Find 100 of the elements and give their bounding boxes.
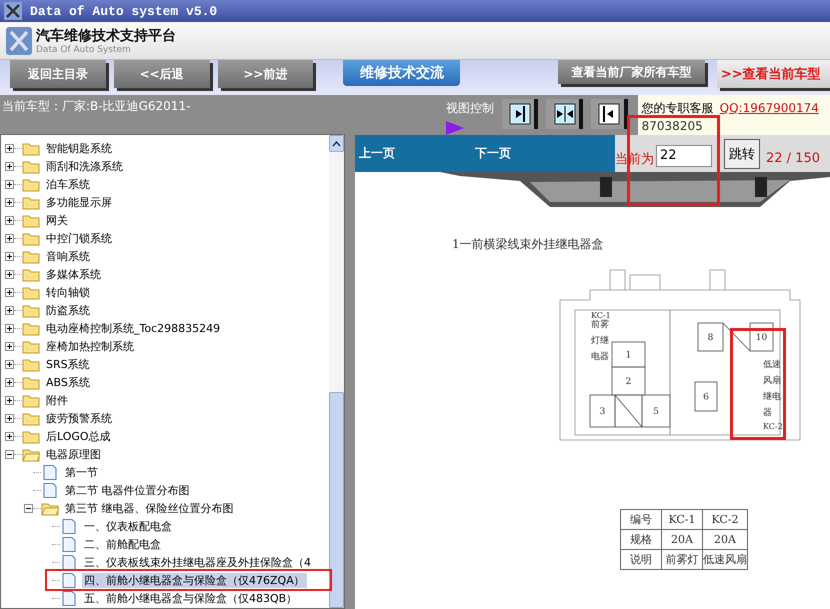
tree-item[interactable]: 多媒体系统 — [44, 266, 103, 282]
folder-icon — [22, 212, 40, 228]
expand-icon[interactable] — [5, 198, 14, 206]
folder-icon — [22, 446, 40, 462]
expand-icon[interactable] — [5, 432, 14, 440]
folder-icon — [22, 230, 40, 246]
expand-icon[interactable] — [5, 144, 14, 152]
folder-icon — [22, 410, 40, 426]
tree-item[interactable]: 一、仪表板配电盒 — [82, 518, 174, 534]
expand-icon[interactable] — [5, 396, 14, 404]
tree-item[interactable]: 座椅加热控制系统 — [44, 338, 136, 354]
jump-button[interactable]: 跳转 — [724, 138, 760, 168]
next-page-link[interactable]: 下一页 — [475, 145, 511, 162]
tree-item[interactable]: 二、前舱配电盒 — [82, 536, 163, 552]
toolbar-button[interactable]: >>前进 — [218, 60, 314, 88]
expand-icon[interactable] — [5, 360, 14, 368]
page-input[interactable]: 22 — [656, 144, 712, 166]
tree-item[interactable]: 防盗系统 — [44, 302, 92, 318]
toolbar-button[interactable]: 查看当前厂家所有车型 — [558, 60, 705, 84]
triangle-icon — [446, 121, 464, 135]
expand-icon[interactable] — [5, 414, 14, 422]
current-model-text: 当前车型：厂家:B-比亚迪G62011- — [1, 98, 192, 115]
table-cell: KC-1 — [662, 510, 702, 530]
phone-number: 87038205 — [642, 118, 704, 135]
expand-icon[interactable] — [5, 162, 14, 170]
tree-item[interactable]: 智能钥匙系统 — [44, 140, 114, 156]
expand-icon[interactable] — [5, 306, 14, 314]
tree-item[interactable]: 网关 — [44, 212, 70, 228]
arrow-right-icon[interactable] — [508, 103, 531, 125]
table-cell: KC-2 — [702, 510, 748, 530]
scroll-up-icon[interactable] — [332, 140, 341, 146]
tree-item[interactable]: 后LOGO总成 — [44, 428, 113, 444]
tree-item[interactable]: 第三节 继电器、保险丝位置分布图 — [63, 500, 236, 516]
expand-icon[interactable] — [5, 378, 14, 386]
folder-icon — [22, 374, 40, 390]
tree-item[interactable]: 电器原理图 — [44, 446, 103, 462]
tools-icon — [6, 26, 32, 54]
expand-icon[interactable] — [5, 324, 14, 332]
folder-icon — [22, 140, 40, 156]
view-button[interactable] — [502, 99, 538, 129]
toolbar-button[interactable]: <<后退 — [114, 60, 210, 88]
tree-item[interactable]: 音响系统 — [44, 248, 92, 264]
tree-item[interactable]: 多功能显示屏 — [44, 194, 114, 210]
prev-page-link[interactable]: 上一页 — [359, 145, 395, 162]
table-cell: 前雾灯 — [662, 550, 702, 570]
tree-item[interactable]: ABS系统 — [44, 374, 92, 390]
document-icon — [60, 572, 78, 588]
folder-icon — [22, 302, 40, 318]
arrows-inward-icon[interactable] — [554, 103, 576, 125]
table-cell: 20A — [662, 530, 702, 550]
figure-caption: 1一前横梁线束外挂继电器盒 — [452, 236, 605, 253]
expand-icon[interactable] — [5, 180, 14, 188]
expand-icon[interactable] — [5, 288, 14, 296]
expand-icon[interactable] — [5, 342, 14, 350]
tree-item[interactable]: 三、仪表板线束外挂继电器座及外挂保险盒（4 — [82, 554, 313, 570]
support-label: 您的专职客服 — [642, 101, 714, 115]
tree-item[interactable]: 附件 — [44, 392, 70, 408]
tree-item[interactable]: 五、前舱小继电器盒与保险盒（仅483QB） — [82, 590, 300, 606]
folder-icon — [41, 500, 59, 516]
tree-item[interactable]: 泊车系统 — [44, 176, 92, 192]
table-cell: 说明 — [620, 550, 662, 570]
collapse-icon[interactable] — [24, 504, 33, 512]
document-icon — [41, 482, 59, 498]
tree-item[interactable]: 第二节 电器件位置分布图 — [63, 482, 192, 498]
app-subtitle: Data Of Auto System — [36, 44, 132, 54]
folder-icon — [22, 266, 40, 282]
expand-icon[interactable] — [5, 216, 14, 224]
folder-icon — [22, 428, 40, 444]
expand-icon[interactable] — [5, 234, 14, 242]
tree-item[interactable]: 电动座椅控制系统_Toc298835249 — [44, 320, 222, 336]
folder-icon — [22, 320, 40, 336]
tree-item[interactable]: 疲劳预警系统 — [44, 410, 114, 426]
qq-link[interactable]: QQ:1967900174 — [720, 101, 819, 115]
view-button[interactable] — [546, 99, 583, 129]
folder-icon — [22, 392, 40, 408]
forum-tab[interactable]: 维修技术交流 — [343, 60, 460, 86]
folder-icon — [22, 356, 40, 372]
tree-item[interactable]: 雨刮和洗涤系统 — [44, 158, 125, 174]
table-cell: 20A — [702, 530, 748, 550]
tree-item[interactable]: 第一节 — [63, 464, 100, 480]
tree-item[interactable]: 中控门锁系统 — [44, 230, 114, 246]
scrollbar[interactable] — [329, 135, 344, 608]
arrow-left-icon[interactable] — [598, 103, 620, 125]
view-button[interactable] — [590, 99, 628, 129]
expand-icon[interactable] — [5, 252, 14, 260]
tree-item[interactable]: 转向轴锁 — [44, 284, 92, 300]
window-title: Data of Auto system v5.0 — [30, 4, 218, 18]
expand-icon[interactable] — [5, 270, 14, 278]
toolbar-button[interactable]: >>查看当前车型 — [716, 60, 830, 88]
toolbar-button[interactable]: 返回主目录 — [10, 60, 106, 88]
folder-icon — [22, 338, 40, 354]
relay-box-drawing: 1 2 3 5 6 8 10 KC-1 前雾灯继电器 低速风扇继电器 KC-2 — [555, 265, 805, 485]
tools-icon — [4, 2, 22, 20]
folder-icon — [22, 176, 40, 192]
table-cell: 编号 — [620, 510, 662, 530]
document-icon — [60, 518, 78, 534]
collapse-icon[interactable] — [5, 450, 14, 458]
tree-item[interactable]: 四、前舱小继电器盒与保险盒（仅476ZQA） — [82, 572, 307, 588]
tree-item[interactable]: SRS系统 — [44, 356, 92, 372]
document-icon — [60, 554, 78, 570]
